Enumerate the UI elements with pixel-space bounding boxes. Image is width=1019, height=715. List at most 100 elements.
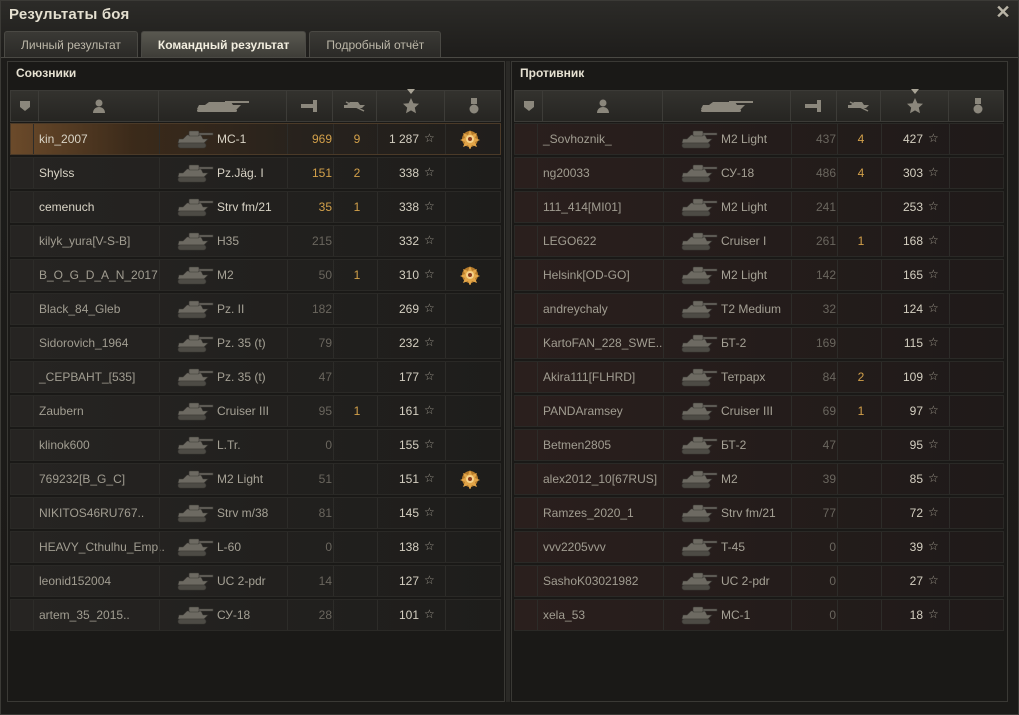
player-row[interactable]: 769232[B_G_C] M2 Light 51 151 ☆ — [10, 463, 501, 495]
column-separator — [791, 396, 792, 426]
player-row[interactable]: HEAVY_Cthulhu_Emp.. L-60 0 138 ☆ — [10, 531, 501, 563]
column-separator — [287, 532, 288, 562]
xp-header[interactable] — [881, 89, 949, 121]
column-separator — [159, 430, 160, 460]
medal-icon — [469, 98, 479, 114]
platoon-icon — [19, 101, 30, 111]
player-row[interactable]: LEGO622 Cruiser I 261 1 168 ☆ — [514, 225, 1004, 257]
close-icon[interactable]: ✕ — [994, 3, 1012, 21]
player-row[interactable]: Ramzes_2020_1 Strv fm/21 77 72 ☆ — [514, 497, 1004, 529]
xp-star-icon: ☆ — [928, 335, 939, 349]
column-separator — [881, 362, 882, 392]
xp-value: 269 — [398, 302, 419, 316]
column-separator — [537, 362, 538, 392]
medal-icon[interactable] — [460, 469, 480, 490]
column-separator — [377, 396, 378, 426]
player-row[interactable]: cemenuch Strv fm/21 35 1 338 ☆ — [10, 191, 501, 223]
damage-value: 0 — [829, 540, 836, 554]
xp-star-icon: ☆ — [424, 607, 435, 621]
player-row[interactable]: artem_35_2015.. СУ-18 28 101 ☆ — [10, 599, 501, 631]
medal-header[interactable] — [445, 91, 503, 121]
tank-icon — [679, 126, 719, 152]
column-separator — [445, 328, 446, 358]
player-row[interactable]: ng20033 СУ-18 486 4 303 ☆ — [514, 157, 1004, 189]
column-separator — [791, 260, 792, 290]
xp-star-icon: ☆ — [928, 199, 939, 213]
damage-value: 437 — [815, 132, 836, 146]
player-row[interactable]: NIKITOS46RU767.. Strv m/38 81 145 ☆ — [10, 497, 501, 529]
player-row[interactable]: klinok600 L.Tr. 0 155 ☆ — [10, 429, 501, 461]
column-separator — [663, 430, 664, 460]
column-separator — [287, 600, 288, 630]
column-separator — [287, 124, 288, 154]
tank-icon — [175, 364, 215, 390]
damage-value: 151 — [311, 166, 332, 180]
vehicle-header[interactable] — [663, 91, 791, 121]
tank-icon — [175, 568, 215, 594]
xp-value: 109 — [902, 370, 923, 384]
xp-star-icon — [402, 98, 419, 114]
player-row[interactable]: Zaubern Cruiser III 95 1 161 ☆ — [10, 395, 501, 427]
tab-underline — [1, 57, 1018, 58]
column-separator — [791, 362, 792, 392]
xp-header[interactable] — [377, 89, 445, 121]
player-name: _Sovhoznik_ — [543, 132, 612, 146]
column-separator — [537, 158, 538, 188]
damage-header[interactable] — [287, 91, 333, 121]
xp-value: 27 — [909, 574, 923, 588]
player-row[interactable]: kin_2007 МС-1 969 9 1 287 ☆ — [10, 123, 501, 155]
player-row[interactable]: Akira111[FLHRD] Тетрарх 84 2 109 ☆ — [514, 361, 1004, 393]
player-row[interactable]: alex2012_10[67RUS] M2 39 85 ☆ — [514, 463, 1004, 495]
player-row[interactable]: B_O_G_D_A_N_2017 M2 50 1 310 ☆ — [10, 259, 501, 291]
column-separator — [537, 600, 538, 630]
platoon-header[interactable] — [515, 91, 543, 121]
medal-header[interactable] — [949, 91, 1007, 121]
tank-name: Strv m/38 — [217, 506, 269, 520]
player-row[interactable]: andreychaly T2 Medium 32 124 ☆ — [514, 293, 1004, 325]
player-row[interactable]: Shylss Pz.Jäg. I 151 2 338 ☆ — [10, 157, 501, 189]
column-separator — [791, 124, 792, 154]
player-row[interactable]: kilyk_yura[V-S-B] H35 215 332 ☆ — [10, 225, 501, 257]
medal-icon[interactable] — [460, 129, 480, 150]
player-row[interactable]: vvv2205vvv T-45 0 39 ☆ — [514, 531, 1004, 563]
vehicle-header[interactable] — [159, 91, 287, 121]
tank-name: БТ-2 — [721, 438, 747, 452]
player-row[interactable]: KartoFAN_228_SWE.. БТ-2 169 115 ☆ — [514, 327, 1004, 359]
xp-star-icon — [906, 98, 923, 114]
player-row[interactable]: leonid152004 UC 2-pdr 14 127 ☆ — [10, 565, 501, 597]
tank-icon — [679, 568, 719, 594]
medal-icon[interactable] — [460, 265, 480, 286]
damage-value: 51 — [318, 472, 332, 486]
player-name: ng20033 — [543, 166, 590, 180]
player-row[interactable]: xela_53 МС-1 0 18 ☆ — [514, 599, 1004, 631]
player-row[interactable]: 111_414[MI01] M2 Light 241 253 ☆ — [514, 191, 1004, 223]
player-row[interactable]: SashoK03021982 UC 2-pdr 0 27 ☆ — [514, 565, 1004, 597]
player-row[interactable]: Sidorovich_1964 Pz. 35 (t) 79 232 ☆ — [10, 327, 501, 359]
xp-star-icon: ☆ — [928, 403, 939, 417]
player-header[interactable] — [543, 91, 663, 121]
tank-name: Cruiser III — [217, 404, 270, 418]
xp-value: 124 — [902, 302, 923, 316]
damage-header[interactable] — [791, 91, 837, 121]
allies-panel: Союзники kin_2007 МС-1 969 9 1 287 ☆ Shy… — [7, 61, 505, 702]
kills-header[interactable] — [837, 91, 881, 121]
tab-personal-result[interactable]: Личный результат — [4, 31, 138, 57]
tab-team-result[interactable]: Командный результат — [140, 31, 307, 57]
kills-header[interactable] — [333, 91, 377, 121]
player-row[interactable]: Betmen2805 БТ-2 47 95 ☆ — [514, 429, 1004, 461]
platoon-header[interactable] — [11, 91, 39, 121]
tank-icon — [679, 262, 719, 288]
player-row[interactable]: Helsink[OD-GO] M2 Light 142 165 ☆ — [514, 259, 1004, 291]
player-row[interactable]: _СЕРВАНТ_[535] Pz. 35 (t) 47 177 ☆ — [10, 361, 501, 393]
player-header[interactable] — [39, 91, 159, 121]
xp-star-icon: ☆ — [424, 301, 435, 315]
tab-detailed-report[interactable]: Подробный отчёт — [309, 31, 442, 57]
player-row[interactable]: Black_84_Gleb Pz. II 182 269 ☆ — [10, 293, 501, 325]
xp-star-icon: ☆ — [424, 573, 435, 587]
window-title: Результаты боя — [9, 6, 130, 23]
column-separator — [837, 566, 838, 596]
tank-name: UC 2-pdr — [721, 574, 770, 588]
column-separator — [377, 192, 378, 222]
player-row[interactable]: _Sovhoznik_ M2 Light 437 4 427 ☆ — [514, 123, 1004, 155]
player-row[interactable]: PANDAramsey Cruiser III 69 1 97 ☆ — [514, 395, 1004, 427]
